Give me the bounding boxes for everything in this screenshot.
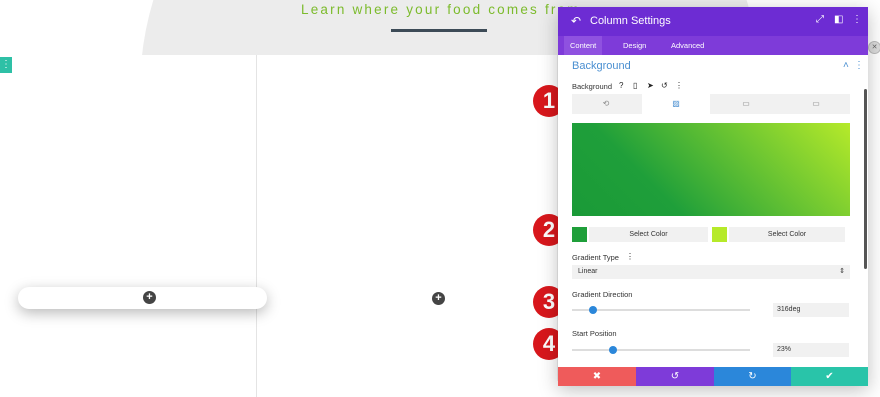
background-label: Background xyxy=(572,82,613,91)
mobile-icon[interactable]: ▯ xyxy=(633,81,637,90)
row-handle-icon[interactable]: ⋮ xyxy=(0,57,12,73)
hover-icon[interactable]: ➤ xyxy=(647,81,654,90)
add-module-button-center[interactable]: + xyxy=(432,292,445,305)
tab-design[interactable]: Design xyxy=(617,36,652,55)
collapse-icon[interactable]: ˄ xyxy=(843,60,849,71)
cancel-button[interactable]: ✖ xyxy=(558,367,636,386)
tab-advanced[interactable]: Advanced xyxy=(665,36,710,55)
module-placeholder: + xyxy=(18,287,267,309)
panel-footer: ✖ ↺ ↻ ✔ xyxy=(558,367,868,386)
save-button[interactable]: ✔ xyxy=(791,367,868,386)
panel-header: ↶ Column Settings ⤢ ◧ ⋮ xyxy=(558,7,868,36)
gradient-type-menu-icon[interactable]: ⋮ xyxy=(626,252,634,261)
split-view-icon[interactable]: ◧ xyxy=(834,14,843,25)
color1-swatch[interactable] xyxy=(572,227,587,242)
select-color2-button[interactable]: Select Color xyxy=(729,227,845,242)
direction-value-input[interactable]: 316deg xyxy=(773,303,849,317)
left-column xyxy=(0,55,256,397)
select-arrow-icon: ⇕ xyxy=(839,268,845,275)
center-column xyxy=(257,55,557,397)
options-icon[interactable]: ⋮ xyxy=(675,81,683,90)
start-value-input[interactable]: 23% xyxy=(773,343,849,357)
gradient-direction-label: Gradient Direction xyxy=(572,290,633,299)
column-divider xyxy=(256,55,257,397)
gradient-type-label: Gradient Type xyxy=(572,253,619,262)
direction-slider-track[interactable] xyxy=(572,309,750,311)
start-slider-track[interactable] xyxy=(572,349,750,351)
gradient-type-select[interactable]: Linear ⇕ xyxy=(572,265,850,279)
bg-image-tab-icon[interactable]: ▭ xyxy=(712,94,780,114)
panel-tabs: Content Design Advanced xyxy=(558,36,868,55)
tab-content[interactable]: Content xyxy=(564,36,603,55)
headline-underline xyxy=(391,29,487,32)
section-menu-icon[interactable]: ⋮ xyxy=(854,60,864,71)
reset-icon[interactable]: ↺ xyxy=(661,81,668,90)
panel-scrollbar[interactable] xyxy=(864,89,867,269)
start-position-label: Start Position xyxy=(572,329,617,338)
select-color1-button[interactable]: Select Color xyxy=(589,227,708,242)
direction-slider-thumb[interactable] xyxy=(589,306,598,314)
panel-title: Column Settings xyxy=(590,15,671,27)
color2-swatch[interactable] xyxy=(712,227,727,242)
panel-menu-icon[interactable]: ⋮ xyxy=(852,14,862,25)
gradient-type-value: Linear xyxy=(578,268,598,275)
redo-button[interactable]: ↻ xyxy=(714,367,791,386)
section-title[interactable]: Background xyxy=(572,60,631,72)
close-circle-icon[interactable]: ✕ xyxy=(868,41,880,54)
direction-value: 316deg xyxy=(777,306,801,313)
start-value: 23% xyxy=(777,346,792,353)
bg-color-tab-icon[interactable]: ⟲ xyxy=(572,94,640,114)
expand-icon[interactable]: ⤢ xyxy=(816,14,824,25)
bg-gradient-tab-icon[interactable]: ▨ xyxy=(642,94,710,114)
add-module-button[interactable]: + xyxy=(143,291,156,304)
page-headline: Learn where your food comes from xyxy=(301,2,581,17)
help-icon[interactable]: ? xyxy=(619,81,623,90)
background-type-tabs: ⟲ ▨ ▭ ▭ xyxy=(572,94,850,114)
gradient-preview xyxy=(572,123,850,216)
column-settings-panel: ↶ Column Settings ⤢ ◧ ⋮ Content Design A… xyxy=(558,7,868,386)
bg-video-tab-icon[interactable]: ▭ xyxy=(782,94,850,114)
back-icon[interactable]: ↶ xyxy=(571,14,581,28)
right-edge xyxy=(868,0,880,397)
undo-button[interactable]: ↺ xyxy=(636,367,714,386)
start-slider-thumb[interactable] xyxy=(608,346,617,354)
